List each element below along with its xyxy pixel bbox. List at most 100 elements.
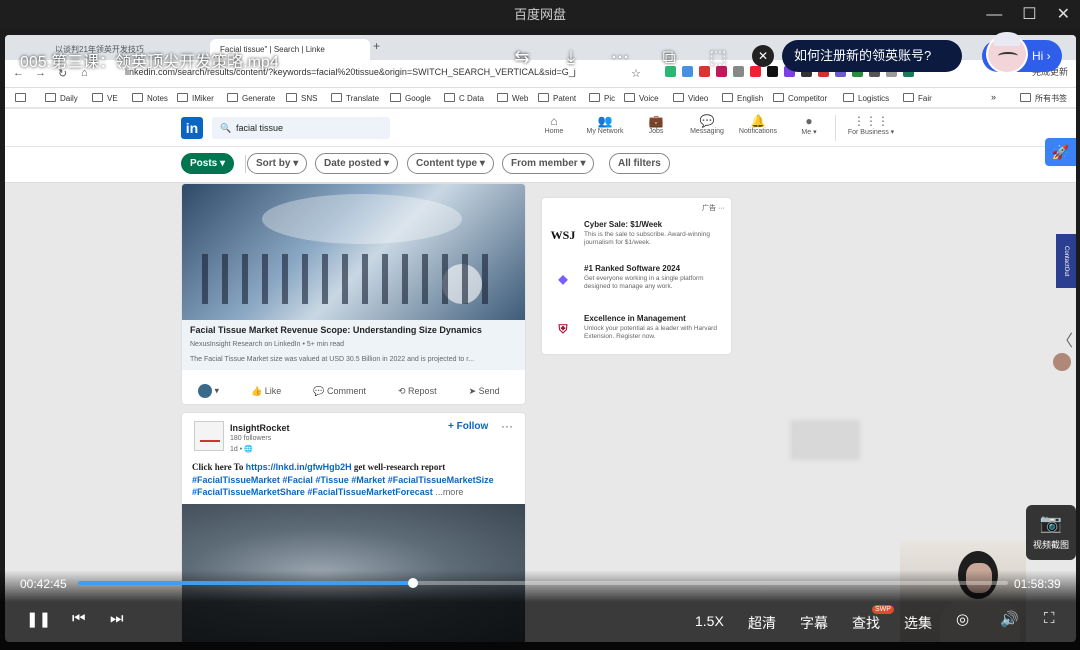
screenshot-button[interactable]: 📷 视频截图 [1026, 505, 1076, 560]
loop-icon[interactable]: ◎ [956, 610, 969, 628]
chevron-left-icon[interactable]: 〈 [1057, 327, 1073, 351]
nav-notifications[interactable]: 🔔 Notifications [731, 114, 785, 135]
filter-sort-by[interactable]: Sort by ▾ [247, 153, 308, 174]
bookmark-item[interactable]: Daily [45, 93, 78, 103]
bookmark-item[interactable]: Competitor [773, 93, 827, 103]
window-controls: — ☐ ✕ [986, 0, 1070, 30]
progress-bar[interactable] [78, 578, 1008, 588]
side-avatar[interactable] [1053, 353, 1071, 371]
bookmark-item[interactable]: SNS [286, 93, 317, 103]
bookmark-item[interactable]: Logistics [843, 93, 889, 103]
subtitle-button[interactable]: 字幕 [800, 613, 828, 633]
search-button[interactable]: 查找 [852, 613, 880, 633]
speed-button[interactable]: 1.5X [695, 613, 724, 629]
nav-jobs[interactable]: 💼 Jobs [629, 114, 683, 135]
nav-messaging[interactable]: 💬 Messaging [680, 114, 734, 135]
bookmark-item[interactable]: C Data [444, 93, 484, 103]
quality-button[interactable]: 超清 [748, 613, 776, 633]
more-options-icon[interactable]: ··· [501, 419, 513, 433]
float-window-icon[interactable]: ⬚ [706, 45, 730, 69]
message-icon: 💬 [699, 114, 715, 128]
ad-item[interactable]: ⛨ Excellence in Management Unlock your p… [550, 314, 725, 358]
search-icon: 🔍 [220, 123, 232, 133]
chevron-right-icon[interactable]: » [991, 92, 996, 102]
see-more-link[interactable]: ...more [435, 487, 463, 497]
fullscreen-icon[interactable]: ⛶ [1044, 610, 1055, 627]
comment-button[interactable]: 💬 Comment [313, 386, 366, 397]
next-icon[interactable]: ⏭ [110, 610, 124, 627]
nav-label: Me ▾ [801, 129, 817, 136]
promo-close-icon[interactable]: ✕ [752, 45, 774, 67]
picture-in-picture-icon[interactable]: ⧉ [657, 45, 681, 69]
bookmark-item[interactable]: Translate [331, 93, 379, 103]
bookmark-item[interactable]: Pic [589, 93, 615, 103]
ad-item[interactable]: ◆ #1 Ranked Software 2024 Get everyone w… [550, 264, 725, 308]
author-name[interactable]: InsightRocket [230, 423, 290, 433]
rocket-icon[interactable]: 🚀 [1045, 138, 1076, 166]
extension-icon[interactable] [733, 66, 744, 77]
nav-for-business[interactable]: ⋮⋮⋮ For Business ▾ [841, 114, 901, 136]
search-input[interactable]: 🔍 facial tissue [212, 117, 390, 139]
volume-icon[interactable]: 🔊 [1000, 610, 1019, 628]
follow-button[interactable]: + Follow [448, 421, 488, 432]
time-current: 00:42:45 [20, 577, 67, 591]
previous-icon[interactable]: ⏮ [72, 610, 86, 627]
filter-posts[interactable]: Posts ▾ [181, 153, 235, 174]
pause-icon[interactable]: ❚❚ [26, 610, 51, 628]
filter-from-member[interactable]: From member ▾ [502, 153, 595, 174]
player-top-actions: ⇆ ⤓ ⋯ ⧉ ⬚ [510, 45, 730, 69]
filter-all-filters[interactable]: All filters [609, 153, 670, 174]
reaction-avatar[interactable]: ▾ [198, 384, 219, 398]
author-avatar[interactable] [194, 421, 224, 451]
bookmark-item[interactable]: Video [673, 93, 708, 103]
all-bookmarks[interactable]: 所有书签 [1020, 93, 1067, 104]
episodes-button[interactable]: 选集 [904, 613, 932, 633]
home-icon: ⌂ [550, 114, 558, 128]
bookmark-item[interactable]: Fair [903, 93, 932, 103]
nav-label: For Business ▾ [847, 129, 895, 136]
send-button[interactable]: ➤ Send [469, 386, 500, 397]
nav-me[interactable]: ● Me ▾ [782, 114, 836, 136]
ad-title: Cyber Sale: $1/Week [584, 220, 663, 229]
mascot-avatar[interactable] [986, 32, 1028, 74]
bookmark-item[interactable]: Patent [538, 93, 576, 103]
ad-label[interactable]: 广告 ··· [702, 203, 725, 213]
bookmark-item[interactable]: English [722, 93, 763, 103]
post-link[interactable]: https://lnkd.in/gfwHgb2H [246, 462, 352, 472]
article-image[interactable] [182, 184, 525, 320]
bookmark-apps-icon[interactable] [15, 93, 30, 103]
linkedin-logo[interactable]: in [181, 117, 203, 139]
bookmark-item[interactable]: VE [92, 93, 118, 103]
extension-icon[interactable] [767, 66, 778, 77]
contactout-tab[interactable]: ContactOut [1056, 234, 1076, 288]
download-icon[interactable]: ⤓ [559, 45, 583, 69]
article-title[interactable]: Facial Tissue Market Revenue Scope: Unde… [190, 325, 482, 335]
more-icon[interactable]: ⋯ [608, 45, 632, 69]
post-card-article[interactable]: Facial Tissue Market Revenue Scope: Unde… [181, 183, 526, 405]
minimize-icon[interactable]: — [986, 0, 1002, 30]
share-icon[interactable]: ⇆ [510, 45, 534, 69]
nav-my-network[interactable]: 👥 My Network [578, 114, 632, 135]
bookmark-item[interactable]: Google [390, 93, 431, 103]
filter-content-type[interactable]: Content type ▾ [407, 153, 494, 174]
progress-handle[interactable] [407, 578, 418, 588]
post-text-prefix: Click here To [192, 462, 246, 472]
post-actions: ▾ 👍 Like 💬 Comment ⟲ Repost ➤ Send [182, 377, 525, 404]
bookmark-item[interactable]: Web [497, 93, 528, 103]
bookmark-item[interactable]: Notes [132, 93, 168, 103]
bookmark-item[interactable]: IMiker [177, 93, 214, 103]
extension-icon[interactable] [750, 66, 761, 77]
close-icon[interactable]: ✕ [1057, 0, 1070, 30]
nav-home[interactable]: ⌂ Home [527, 114, 581, 135]
nav-divider [835, 115, 836, 141]
filter-date-posted[interactable]: Date posted ▾ [315, 153, 399, 174]
new-tab-icon[interactable]: + [373, 39, 380, 53]
like-button[interactable]: 👍 Like [251, 386, 281, 397]
promo-banner[interactable]: 如何注册新的领英账号? [782, 40, 962, 72]
post-hashtags[interactable]: #FacialTissueMarket #Facial #Tissue #Mar… [192, 474, 522, 498]
bookmark-item[interactable]: Voice [624, 93, 659, 103]
maximize-icon[interactable]: ☐ [1022, 0, 1036, 30]
ad-item[interactable]: WSJ Cyber Sale: $1/Week This is the sale… [550, 220, 725, 264]
repost-button[interactable]: ⟲ Repost [398, 386, 437, 397]
bookmark-item[interactable]: Generate [227, 93, 275, 103]
